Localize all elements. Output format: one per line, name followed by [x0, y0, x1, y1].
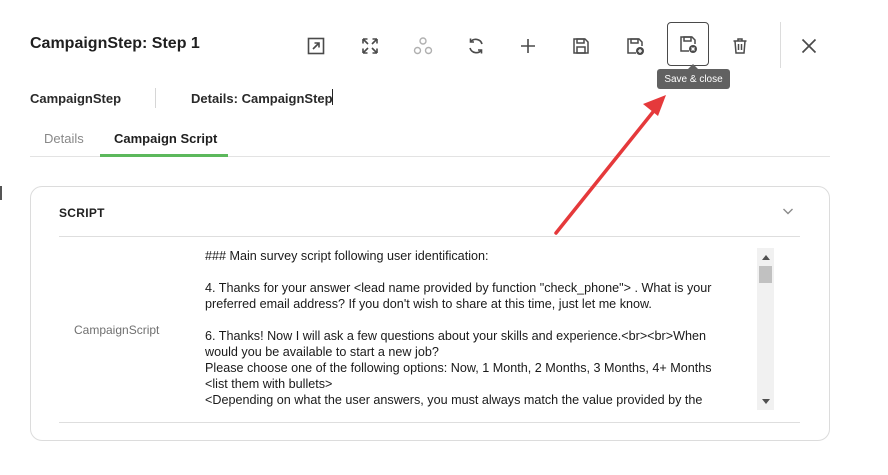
entity-name: CampaignStep	[30, 91, 122, 106]
section-divider-top	[59, 236, 800, 237]
save-icon	[573, 38, 589, 54]
script-textarea[interactable]: ### Main survey script following user id…	[205, 248, 757, 412]
details-label: Details: CampaignStep	[191, 91, 333, 106]
add-button[interactable]	[515, 33, 541, 59]
save-and-new-button[interactable]	[622, 33, 648, 59]
expand-icon	[362, 38, 378, 54]
close-button[interactable]	[796, 33, 822, 59]
scroll-thumb[interactable]	[759, 266, 772, 283]
scrollbar[interactable]	[757, 248, 774, 410]
refresh-button[interactable]	[463, 33, 489, 59]
save-and-close-tooltip: Save & close	[657, 64, 730, 89]
delete-button[interactable]	[727, 33, 753, 59]
save-and-close-icon	[680, 36, 697, 53]
chevron-down-icon[interactable]	[781, 204, 795, 218]
active-tab-indicator	[100, 154, 228, 157]
scroll-up-button[interactable]	[757, 248, 774, 265]
save-and-new-icon	[627, 38, 644, 55]
workflow-icon	[413, 37, 433, 55]
close-icon	[801, 38, 817, 54]
workflow-button[interactable]	[410, 33, 436, 59]
tab-details[interactable]: Details	[44, 131, 84, 146]
refresh-icon	[469, 38, 483, 54]
add-icon	[521, 39, 535, 53]
meta-divider	[155, 88, 156, 108]
save-and-close-button[interactable]	[667, 22, 709, 66]
open-external-button[interactable]	[303, 33, 329, 59]
scroll-down-button[interactable]	[757, 393, 774, 410]
section-divider-bottom	[59, 422, 800, 423]
page-title: CampaignStep: Step 1	[30, 35, 200, 52]
save-button[interactable]	[568, 33, 594, 59]
expand-button[interactable]	[357, 33, 383, 59]
toolbar-divider	[780, 22, 781, 68]
delete-icon	[733, 38, 747, 54]
tab-campaign-script[interactable]: Campaign Script	[114, 131, 217, 146]
edge-marker	[0, 186, 2, 200]
text-cursor	[332, 89, 333, 105]
scroll-down-arrow-icon	[761, 398, 770, 404]
field-label: CampaignScript	[74, 323, 160, 337]
open-external-icon	[307, 37, 325, 55]
scroll-up-arrow-icon	[761, 254, 770, 260]
section-title: SCRIPT	[59, 206, 105, 220]
